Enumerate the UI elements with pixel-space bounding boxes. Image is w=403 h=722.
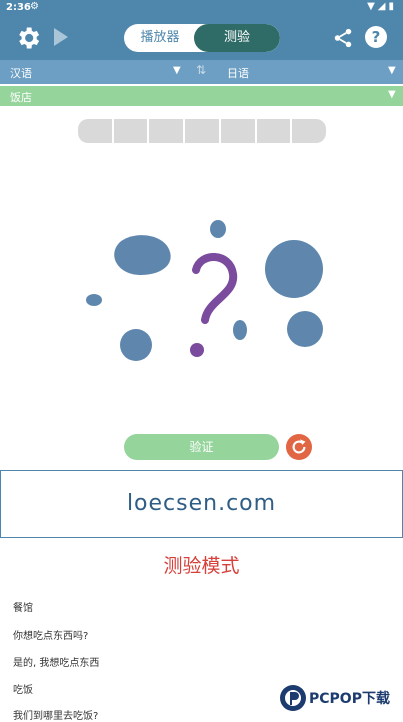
watermark: PCPOP下载 (279, 684, 403, 716)
app-bar: 播放器 测验 ? (0, 16, 403, 60)
blob (114, 235, 171, 276)
category-select[interactable]: 饭店 (10, 89, 32, 105)
blob (287, 311, 323, 347)
phrase-item[interactable]: 餐馆 (13, 599, 33, 614)
tab-player[interactable]: 播放器 (124, 24, 196, 52)
swap-languages-icon[interactable]: ⇅ (196, 63, 206, 77)
target-language-select[interactable]: 日语 (227, 65, 249, 81)
answer-slot[interactable] (149, 119, 184, 143)
status-bar: 2:36 ⚙ ▼◢▮ (0, 0, 403, 16)
wifi-icon: ▼ (367, 1, 378, 12)
tab-quiz[interactable]: 测验 (194, 24, 280, 52)
share-icon[interactable] (332, 27, 354, 49)
blob (265, 240, 323, 298)
blob (86, 294, 102, 306)
watermark-logo-icon (280, 685, 306, 711)
phrase-item[interactable]: 吃饭 (13, 681, 33, 696)
blob (233, 320, 247, 340)
battery-icon: ▮ (388, 1, 397, 12)
answer-slot[interactable] (78, 119, 112, 143)
watermark-text: PCPOP下载 (309, 691, 390, 707)
banner-site-text: loecsen.com (126, 491, 277, 516)
quiz-illustration (86, 220, 323, 361)
answer-slot[interactable] (256, 119, 291, 143)
language-bar: 汉语 ▼ ⇅ 日语 ▼ (0, 60, 403, 84)
answer-slots (78, 119, 327, 143)
signal-icon: ◢ (377, 1, 389, 12)
answer-slot[interactable] (185, 119, 219, 143)
answer-slot[interactable] (292, 119, 327, 143)
status-time: 2:36 (6, 2, 31, 13)
answer-slot[interactable] (220, 119, 255, 143)
question-mark-icon (192, 253, 238, 324)
chevron-down-icon[interactable]: ▼ (173, 65, 181, 76)
verify-button[interactable]: 验证 (124, 434, 279, 460)
question-mark-dot (190, 343, 204, 357)
mode-title: 测验模式 (163, 555, 240, 577)
blob (210, 220, 226, 238)
status-settings-icon: ⚙ (30, 1, 39, 12)
phrase-item[interactable]: 你想吃点东西吗? (13, 627, 88, 642)
status-system-icons: ▼◢▮ (367, 1, 397, 12)
answer-slot[interactable] (113, 119, 148, 143)
mode-toggle[interactable]: 播放器 测验 (124, 24, 280, 52)
chevron-down-icon[interactable]: ▼ (388, 89, 396, 100)
source-language-select[interactable]: 汉语 (10, 65, 32, 81)
phrase-item[interactable]: 是的, 我想吃点东西 (13, 654, 99, 669)
reset-icon[interactable] (286, 434, 312, 460)
category-bar[interactable]: 饭店 ▼ (0, 86, 403, 106)
ad-banner[interactable]: loecsen.com (0, 470, 403, 538)
settings-gear-icon[interactable] (14, 24, 42, 52)
blob (120, 329, 152, 361)
help-icon[interactable]: ? (365, 26, 387, 48)
chevron-down-icon[interactable]: ▼ (388, 65, 396, 76)
play-icon[interactable] (54, 28, 68, 46)
